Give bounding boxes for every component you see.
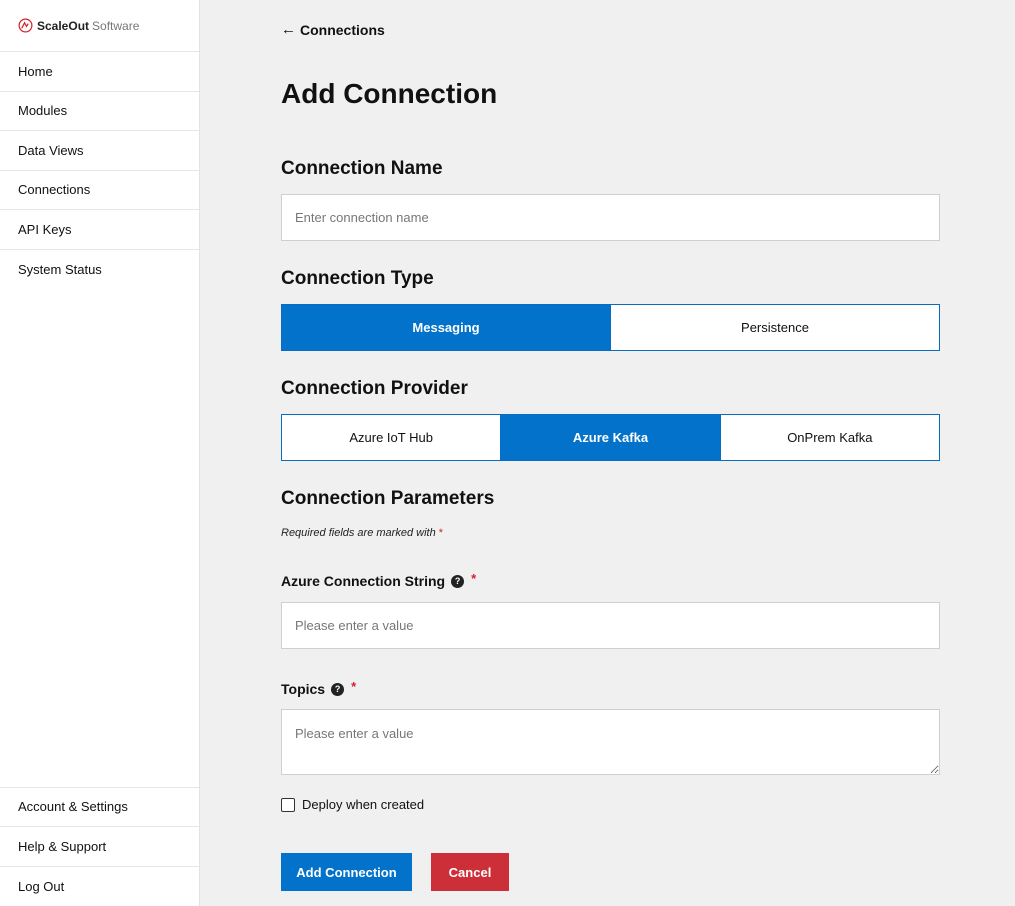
connection-type-toggle: Messaging Persistence <box>281 304 940 351</box>
azure-connection-string-label-text: Azure Connection String <box>281 573 446 589</box>
sidebar-nav: Home Modules Data Views Connections API … <box>0 52 199 289</box>
sidebar-item-modules[interactable]: Modules <box>0 92 199 131</box>
deploy-checkbox-label[interactable]: Deploy when created <box>302 797 424 812</box>
logo[interactable]: ScaleOut Software <box>0 0 199 52</box>
back-link[interactable]: ← Connections <box>281 21 385 38</box>
sidebar-item-connections[interactable]: Connections <box>0 171 199 210</box>
deploy-checkbox[interactable] <box>281 797 295 812</box>
add-connection-button[interactable]: Add Connection <box>281 853 412 891</box>
required-asterisk: * <box>351 678 357 694</box>
required-fields-note: Required fields are marked with * <box>281 527 443 539</box>
sidebar-item-log-out[interactable]: Log Out <box>0 867 199 906</box>
sidebar-item-account-settings[interactable]: Account & Settings <box>0 788 199 827</box>
sidebar-item-data-views[interactable]: Data Views <box>0 131 199 171</box>
required-asterisk: * <box>438 527 444 539</box>
cancel-button[interactable]: Cancel <box>431 853 509 891</box>
back-link-label: Connections <box>300 21 385 38</box>
connection-name-input[interactable] <box>281 194 940 241</box>
required-note-text: Required fields are marked with <box>281 527 436 539</box>
topics-label-text: Topics <box>281 681 326 697</box>
sidebar-item-system-status[interactable]: System Status <box>0 250 199 290</box>
connection-provider-heading: Connection Provider <box>281 378 468 399</box>
provider-azure-iot-hub[interactable]: Azure IoT Hub <box>282 415 502 460</box>
connection-provider-toggle: Azure IoT Hub Azure Kafka OnPrem Kafka <box>281 414 940 461</box>
connection-type-messaging[interactable]: Messaging <box>282 305 611 350</box>
connection-type-persistence[interactable]: Persistence <box>611 305 939 350</box>
provider-azure-kafka[interactable]: Azure Kafka <box>501 415 721 460</box>
azure-connection-string-input[interactable] <box>281 602 940 649</box>
provider-onprem-kafka[interactable]: OnPrem Kafka <box>721 415 939 460</box>
help-icon[interactable]: ? <box>331 682 345 696</box>
topics-label: Topics ? * <box>281 678 357 698</box>
page-title: Add Connection <box>281 78 498 109</box>
required-asterisk: * <box>471 570 477 586</box>
sidebar-item-api-keys[interactable]: API Keys <box>0 210 199 250</box>
arrow-left-icon: ← <box>281 21 296 38</box>
sidebar-item-help-support[interactable]: Help & Support <box>0 827 199 867</box>
help-icon[interactable]: ? <box>451 574 465 588</box>
connection-name-heading: Connection Name <box>281 158 443 179</box>
azure-connection-string-label: Azure Connection String ? * <box>281 570 477 590</box>
connection-parameters-heading: Connection Parameters <box>281 488 495 509</box>
sidebar-item-home[interactable]: Home <box>0 52 199 92</box>
scaleout-logo-icon <box>18 18 33 33</box>
connection-type-heading: Connection Type <box>281 268 434 289</box>
brand-name: ScaleOut <box>37 18 90 33</box>
sidebar: ScaleOut Software Home Modules Data View… <box>0 0 200 906</box>
sidebar-bottom-nav: Account & Settings Help & Support Log Ou… <box>0 786 199 906</box>
topics-textarea[interactable] <box>281 709 940 775</box>
brand-name-light: Software <box>92 18 140 33</box>
deploy-checkbox-row: Deploy when created <box>281 797 424 812</box>
